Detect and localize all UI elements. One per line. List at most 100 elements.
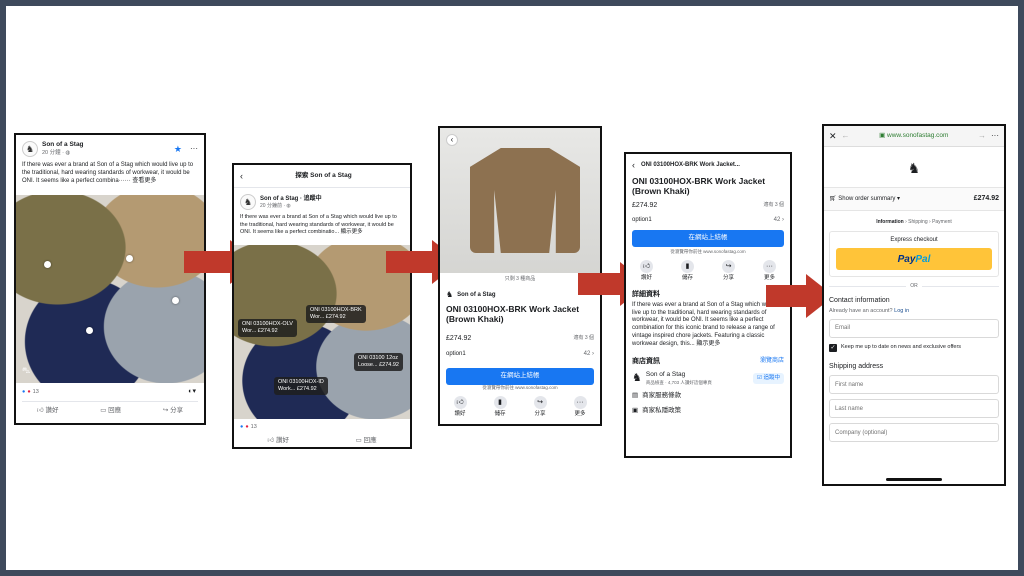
keep-me-checkbox[interactable]: ✓ [829,344,837,353]
screen-checkout: ✕ ← ▣ www.sonofastag.com → ··· ♞ 🛒︎ Show… [822,124,1006,486]
stag-logo-icon: ♞ [446,290,454,299]
first-name-field[interactable]: First name [829,375,999,395]
more-icon[interactable]: ··· [991,131,999,142]
checkout-button[interactable]: 在網站上結帳 [632,230,784,247]
like-action[interactable]: 👍︎ 讚好 [453,396,467,418]
option-selector[interactable]: option1 42 › [446,350,594,358]
paypal-button[interactable]: Pay Pal [836,248,992,271]
audience-icon[interactable]: ◐▾ [188,387,196,396]
brand-name[interactable]: Son of a Stag [457,291,495,299]
like-button[interactable]: 👍︎ 讚好 [267,437,289,446]
chevron-right-icon: › [782,216,784,223]
product-price: £274.92 [632,201,658,209]
product-tag-dot[interactable] [126,255,133,262]
share-icon: ↪ [162,407,169,414]
url-text[interactable]: www.sonofastag.com [887,132,948,139]
product-tag-dot[interactable] [44,261,51,268]
save-action[interactable]: ▮ 儲存 [493,396,507,418]
shipping-note: 適有 3 個 [763,201,784,208]
domain-note: 從瀏覽帶你前往 www.sonofastag.com [482,385,558,390]
express-checkout-label: Express checkout [890,237,938,244]
option-selector[interactable]: option1 42 › [626,210,790,224]
comment-icon: ▭ [355,437,362,444]
explore-header: 探索 Son of a Stag [295,171,352,179]
reaction-count: 13 [32,389,39,395]
more-icon: ··· [573,396,587,409]
chevron-down-icon: ▾ [897,195,901,202]
more-action[interactable]: ··· 更多 [573,396,587,418]
shop-bag-icon[interactable]: ⛍ [22,366,30,377]
chevron-right-icon: › [592,351,594,357]
save-action[interactable]: ▮ 儲存 [681,259,694,282]
jacket-illustration [470,148,580,253]
shop-heading: 商店資訊 [632,357,660,365]
company-field[interactable]: Company (optional) [829,423,999,443]
thumb-up-icon: 👍︎ [267,437,275,444]
order-summary-toggle[interactable]: 🛒︎ Show order summary ▾ [829,195,900,203]
login-link[interactable]: Log in [894,308,909,314]
cart-icon: 🛒︎ [829,195,837,202]
order-total: £274.92 [973,195,999,203]
share-icon: ↪ [722,259,735,273]
product-tag-dot[interactable] [86,327,93,334]
privacy-link[interactable]: ▣ 商家私隱政策 [626,404,790,419]
share-action[interactable]: ↪ 分享 [533,396,547,418]
back-icon[interactable]: ← [842,131,850,142]
share-action[interactable]: ↪ 分享 [722,259,735,282]
comment-button[interactable]: ▭ 回應 [356,437,377,446]
checkout-button[interactable]: 在網站上結帳 [446,368,594,385]
stag-logo-icon: ♞ [22,141,38,158]
terms-link[interactable]: ▤ 商家服務條款 [626,389,790,404]
account-prompt: Already have an account? [829,307,895,314]
shop-name[interactable]: Son of a Stag [646,371,749,380]
post-photo[interactable]: ⛍ [16,195,204,383]
back-button[interactable]: ‹ [446,134,458,146]
screen-explore-shop: ‹ 探索 Son of a Stag ♞ Son of a Stag · 追蹤中… [232,163,412,449]
or-separator: OR [910,283,918,290]
post-text: If there was ever a brand at Son of a St… [240,214,397,235]
page-name[interactable]: Son of a Stag · 追蹤中 [260,195,322,203]
document-icon: ▤ [632,391,639,399]
stag-logo-icon: ♞ [240,194,256,211]
love-reaction-icon: ● [245,424,249,430]
post-photo[interactable]: ONI 03100HOX-OLV Wor... £274.92 ONI 03100… [234,245,410,419]
close-icon[interactable]: ✕ [829,130,837,142]
share-button[interactable]: ↪ 分享 [163,407,183,416]
product-tag-dot[interactable] [172,297,179,304]
contact-heading: Contact information [829,297,890,305]
home-indicator [886,478,942,481]
stock-caption: 只剩 3 種商品 [504,276,536,282]
product-tag-olv[interactable]: ONI 03100HOX-OLV Wor... £274.92 [238,319,297,338]
stag-logo-icon: ♞ [632,371,642,384]
email-field[interactable]: Email [829,319,999,339]
check-icon: ☑ [757,374,762,381]
forward-icon[interactable]: → [978,131,986,142]
product-price: £274.92 [446,335,472,342]
page-name[interactable]: Son of a Stag [42,141,170,150]
thumb-up-icon: 👍︎ [36,407,44,414]
last-name-field[interactable]: Last name [829,399,999,419]
star-icon[interactable]: ★ [174,143,182,155]
store-logo-icon[interactable]: ♞ [899,155,929,181]
keep-me-label: Keep me up to date on news and exclusive… [841,344,962,351]
paypal-logo-icon: Pay [897,253,916,265]
more-icon: ··· [763,259,776,273]
follow-button[interactable]: ☑ 追蹤中 [753,372,784,385]
product-tag-12oz[interactable]: ONI 03100 12oz Loose... £274.92 [354,353,403,372]
comment-button[interactable]: ▭ 回應 [100,407,121,416]
product-header: ONI 03100HOX-BRK Work Jacket... [641,162,740,169]
post-text: If there was ever a brand at Son of a St… [22,162,194,185]
more-icon[interactable]: ··· [190,144,198,155]
visit-shop-link[interactable]: 瀏覽商店 [760,357,784,365]
like-reaction-icon: ● [22,389,26,395]
shop-meta: 商品檢查 · 4,703 人讚好這個專頁 [645,379,712,385]
like-action[interactable]: 👍︎ 讚好 [640,259,653,282]
product-tag-id[interactable]: ONI 03100HOX-ID Work... £274.92 [274,377,328,396]
product-tag-brk[interactable]: ONI 03100HOX-BRK Wor... £274.92 [306,305,366,324]
back-arrow-icon[interactable]: ‹ [632,159,635,171]
more-action[interactable]: ··· 更多 [763,259,776,282]
share-icon: ↪ [533,396,547,409]
product-image[interactable]: ‹ [440,128,600,273]
like-button[interactable]: 👍︎ 讚好 [37,407,59,416]
reaction-count: 13 [250,424,257,430]
